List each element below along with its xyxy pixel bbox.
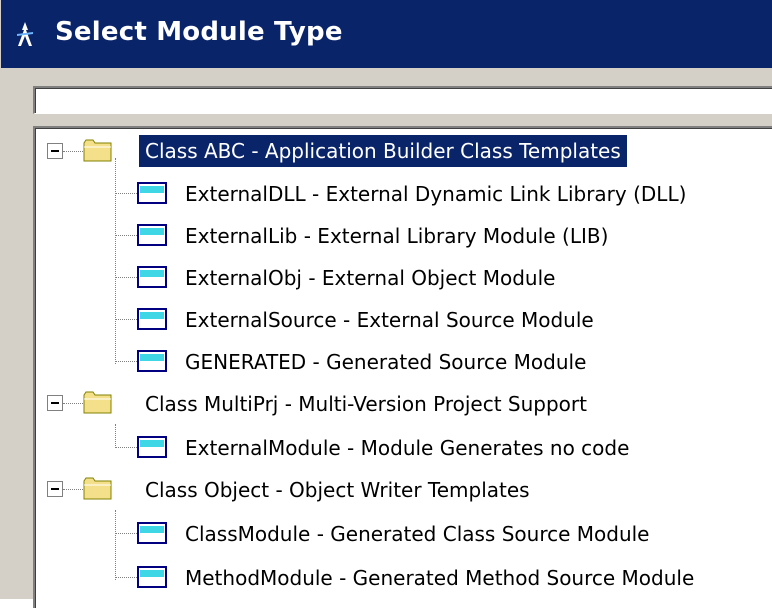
module-type-tree[interactable]: Class ABC - Application Builder Class Te… (33, 126, 772, 608)
tree-item[interactable]: GENERATED - Generated Source Module (35, 340, 772, 382)
tree-connector-line (115, 193, 137, 194)
tree-group-label: Class MultiPrj - Multi-Version Project S… (145, 392, 587, 416)
module-icon (137, 350, 167, 372)
collapse-minus-icon[interactable] (47, 395, 63, 411)
tree-item-label: ClassModule - Generated Class Source Mod… (185, 522, 650, 546)
tree-item[interactable]: ExternalDLL - External Dynamic Link Libr… (35, 172, 772, 214)
tree-connector-line (115, 447, 137, 448)
tree-connector-line (115, 277, 137, 278)
tree-item[interactable]: ExternalSource - External Source Module (35, 298, 772, 340)
tree-group-label: Class ABC - Application Builder Class Te… (139, 135, 627, 167)
title-bar[interactable]: Select Module Type (1, 0, 772, 68)
tree-item-label: ExternalDLL - External Dynamic Link Libr… (185, 182, 687, 206)
tree-group-class-abc[interactable]: Class ABC - Application Builder Class Te… (35, 130, 772, 172)
tree-connector-line (115, 577, 137, 578)
tree-connector-line (115, 533, 137, 534)
tree-group-class-multiprj[interactable]: Class MultiPrj - Multi-Version Project S… (35, 382, 772, 424)
tree-connector-line (63, 489, 83, 490)
folder-icon (83, 139, 112, 162)
tree-item[interactable]: ClassModule - Generated Class Source Mod… (35, 512, 772, 554)
tree-group-label: Class Object - Object Writer Templates (145, 478, 530, 502)
tree-item-label: GENERATED - Generated Source Module (185, 350, 587, 374)
tree-item-label: ExternalObj - External Object Module (185, 266, 556, 290)
module-icon (137, 566, 167, 588)
tree-item-label: ExternalLib - External Library Module (L… (185, 224, 609, 248)
tree-item[interactable]: ExternalLib - External Library Module (L… (35, 214, 772, 256)
tree-item-label: ExternalModule - Module Generates no cod… (185, 436, 630, 460)
folder-icon (83, 477, 112, 500)
module-icon (137, 224, 167, 246)
tree-item[interactable]: ExternalModule - Module Generates no cod… (35, 426, 772, 468)
tree-item[interactable]: MethodModule - Generated Method Source M… (35, 556, 772, 598)
tree-connector-line (63, 151, 83, 152)
tree-item[interactable]: ExternalObj - External Object Module (35, 256, 772, 298)
module-icon (137, 308, 167, 330)
module-icon (137, 436, 167, 458)
folder-icon (83, 391, 112, 414)
module-icon (137, 266, 167, 288)
app-icon (17, 22, 33, 46)
tree-connector-line (115, 361, 137, 362)
select-module-type-dialog: Select Module Type Class ABC - Applicati… (0, 0, 772, 608)
search-input[interactable] (33, 86, 772, 114)
collapse-minus-icon[interactable] (47, 481, 63, 497)
module-icon (137, 522, 167, 544)
tree-group-class-object[interactable]: Class Object - Object Writer Templates (35, 468, 772, 510)
tree-connector-line (63, 403, 83, 404)
tree-connector-line (115, 235, 137, 236)
tree-item-label: ExternalSource - External Source Module (185, 308, 594, 332)
window-title: Select Module Type (55, 17, 343, 47)
tree-connector-line (115, 319, 137, 320)
module-icon (137, 182, 167, 204)
tree-item-label: MethodModule - Generated Method Source M… (185, 566, 695, 590)
collapse-minus-icon[interactable] (47, 143, 63, 159)
